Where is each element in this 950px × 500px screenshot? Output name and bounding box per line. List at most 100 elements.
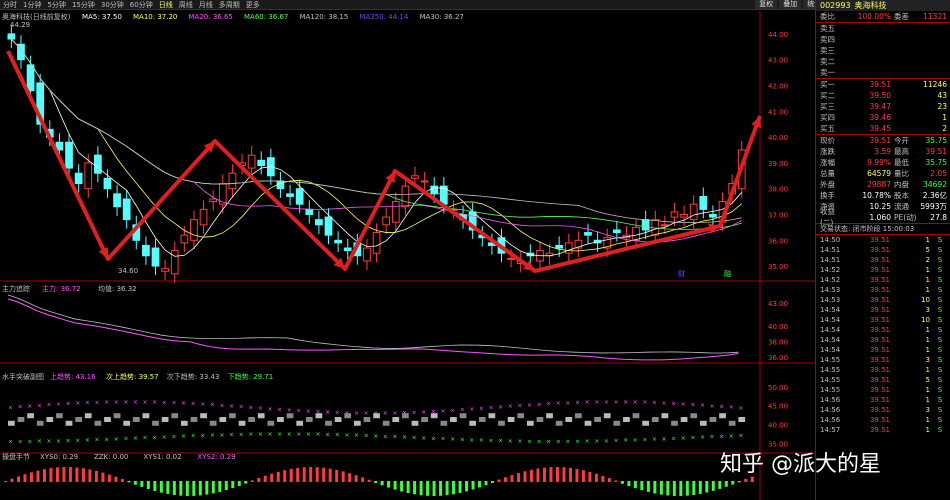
cross-mark: ×: [460, 437, 465, 444]
cross-mark: ×: [565, 400, 570, 407]
period-tab[interactable]: 日线: [156, 0, 176, 10]
period-tab[interactable]: 60分钟: [127, 0, 156, 10]
histogram-bar: [737, 481, 741, 483]
trade-price: 39.51: [869, 276, 890, 284]
period-tab[interactable]: 5分钟: [44, 0, 68, 10]
cross-mark: ×: [75, 437, 80, 444]
histogram-bar: [562, 467, 566, 482]
cross-mark: ×: [392, 434, 397, 441]
trade-time: 14:55: [820, 386, 841, 394]
cross-mark: ×: [633, 437, 638, 444]
cross-mark: ×: [344, 432, 349, 439]
cross-mark: ×: [267, 406, 272, 413]
cross-mark: ×: [546, 438, 551, 445]
period-tab[interactable]: 15分钟: [69, 0, 98, 10]
bar-block: [450, 417, 457, 422]
histogram-bar: [607, 478, 611, 482]
trade-list[interactable]: 14:50 39.51 1 S 14:51 39.51 5 S 14:51 39.51 2 S 14:5…: [816, 234, 950, 435]
watermark: 知乎 @派大的星: [720, 452, 881, 477]
cross-mark: ×: [335, 432, 340, 439]
period-tab[interactable]: 30分钟: [98, 0, 127, 10]
bar-block: [161, 417, 169, 422]
candle-body: [26, 64, 35, 92]
sell-label: 卖一: [820, 67, 835, 77]
period-tab[interactable]: 分时: [0, 0, 20, 10]
period-tab[interactable]: 月线: [196, 0, 216, 10]
cross-mark: ×: [527, 438, 532, 445]
marker-rong: 融: [724, 269, 731, 278]
trade-volume: 10: [921, 296, 930, 304]
ma-legend: MA60: 36.67: [244, 13, 288, 21]
candle-body: [632, 226, 640, 241]
histogram-bar: [302, 467, 306, 482]
histogram-bar: [718, 481, 722, 489]
buy-price: 39.45: [869, 123, 891, 133]
cross-mark: ×: [489, 405, 494, 412]
bar-block: [132, 417, 140, 422]
trade-time: 14:54: [820, 336, 841, 344]
trade-direction: S: [937, 296, 943, 304]
cross-mark: ×: [335, 410, 340, 417]
cross-mark: ×: [460, 407, 465, 414]
histogram-bar: [419, 481, 423, 496]
histogram-bar: [172, 481, 176, 496]
cross-mark: ×: [8, 404, 13, 411]
sell-row: 卖二: [816, 56, 950, 67]
period-tab[interactable]: 多周期: [216, 0, 243, 10]
sell-row: 卖三: [816, 45, 950, 56]
cross-mark: ×: [662, 436, 667, 443]
cross-mark: ×: [719, 403, 724, 410]
price-axis-label: 42.00: [768, 83, 788, 91]
candle-body: [382, 216, 391, 226]
toolbar-button[interactable]: 叠加: [779, 0, 802, 9]
trade-direction: S: [937, 256, 943, 264]
cross-mark: ×: [700, 402, 705, 409]
buy-row: 买五 39.45 2: [816, 123, 950, 134]
candle-body: [420, 180, 429, 183]
trade-time: 14:55: [820, 376, 841, 384]
cross-mark: ×: [200, 401, 205, 408]
period-tab[interactable]: 更多: [243, 0, 263, 10]
histogram-bar: [426, 481, 430, 496]
trade-time: 14:56: [820, 396, 841, 404]
histogram-bar: [400, 481, 404, 492]
candle-body: [680, 214, 688, 218]
bar-block: [594, 417, 601, 422]
cross-mark: ×: [18, 438, 23, 445]
weibi-value: 100.00%: [857, 11, 891, 21]
stat-value: 3.59: [874, 146, 891, 156]
period-toolbar: 分时1分钟5分钟15分钟30分钟60分钟日线周线月线多周期更多 复权叠加统计画线…: [0, 0, 950, 10]
cross-mark: ×: [248, 404, 253, 411]
chart-area[interactable]: 奥海科技(日线前复权) MA5: 37.50 MA10: 37.20 MA20: 36…: [0, 11, 815, 500]
cross-mark: ×: [565, 438, 570, 445]
candle-body: [142, 244, 150, 257]
trade-row: 14:56 39.51 1 S: [816, 395, 950, 405]
candle-body: [199, 208, 208, 226]
cross-mark: ×: [450, 407, 455, 414]
cross-mark: ×: [75, 400, 80, 407]
bar-block: [719, 413, 726, 419]
cross-mark: ×: [729, 404, 734, 411]
histogram-bar: [218, 481, 222, 492]
histogram-bar: [679, 481, 683, 496]
buy-volume: 43: [937, 90, 947, 100]
candle-body: [670, 211, 679, 218]
bar-block: [526, 420, 534, 426]
bar-block: [219, 417, 227, 422]
cross-mark: ×: [258, 405, 263, 412]
period-tab[interactable]: 周线: [176, 0, 196, 10]
cross-mark: ×: [431, 435, 436, 442]
bar-block: [142, 413, 150, 419]
histogram-bar: [724, 481, 728, 487]
cross-mark: ×: [364, 410, 369, 417]
buy-label: 买一: [820, 79, 835, 89]
cross-mark: ×: [517, 438, 522, 445]
toolbar-button[interactable]: 复权: [755, 0, 778, 9]
buy-row: 买四 39.46 1: [816, 112, 950, 123]
trade-price: 39.51: [869, 306, 890, 314]
bar-block: [536, 417, 544, 422]
kline-chart[interactable]: 奥海科技(日线前复权) MA5: 37.50 MA10: 37.20 MA20: 36…: [0, 11, 815, 500]
stat-label: 现价: [820, 135, 835, 145]
period-tab[interactable]: 1分钟: [20, 0, 44, 10]
trend-arrowhead: [751, 116, 762, 128]
